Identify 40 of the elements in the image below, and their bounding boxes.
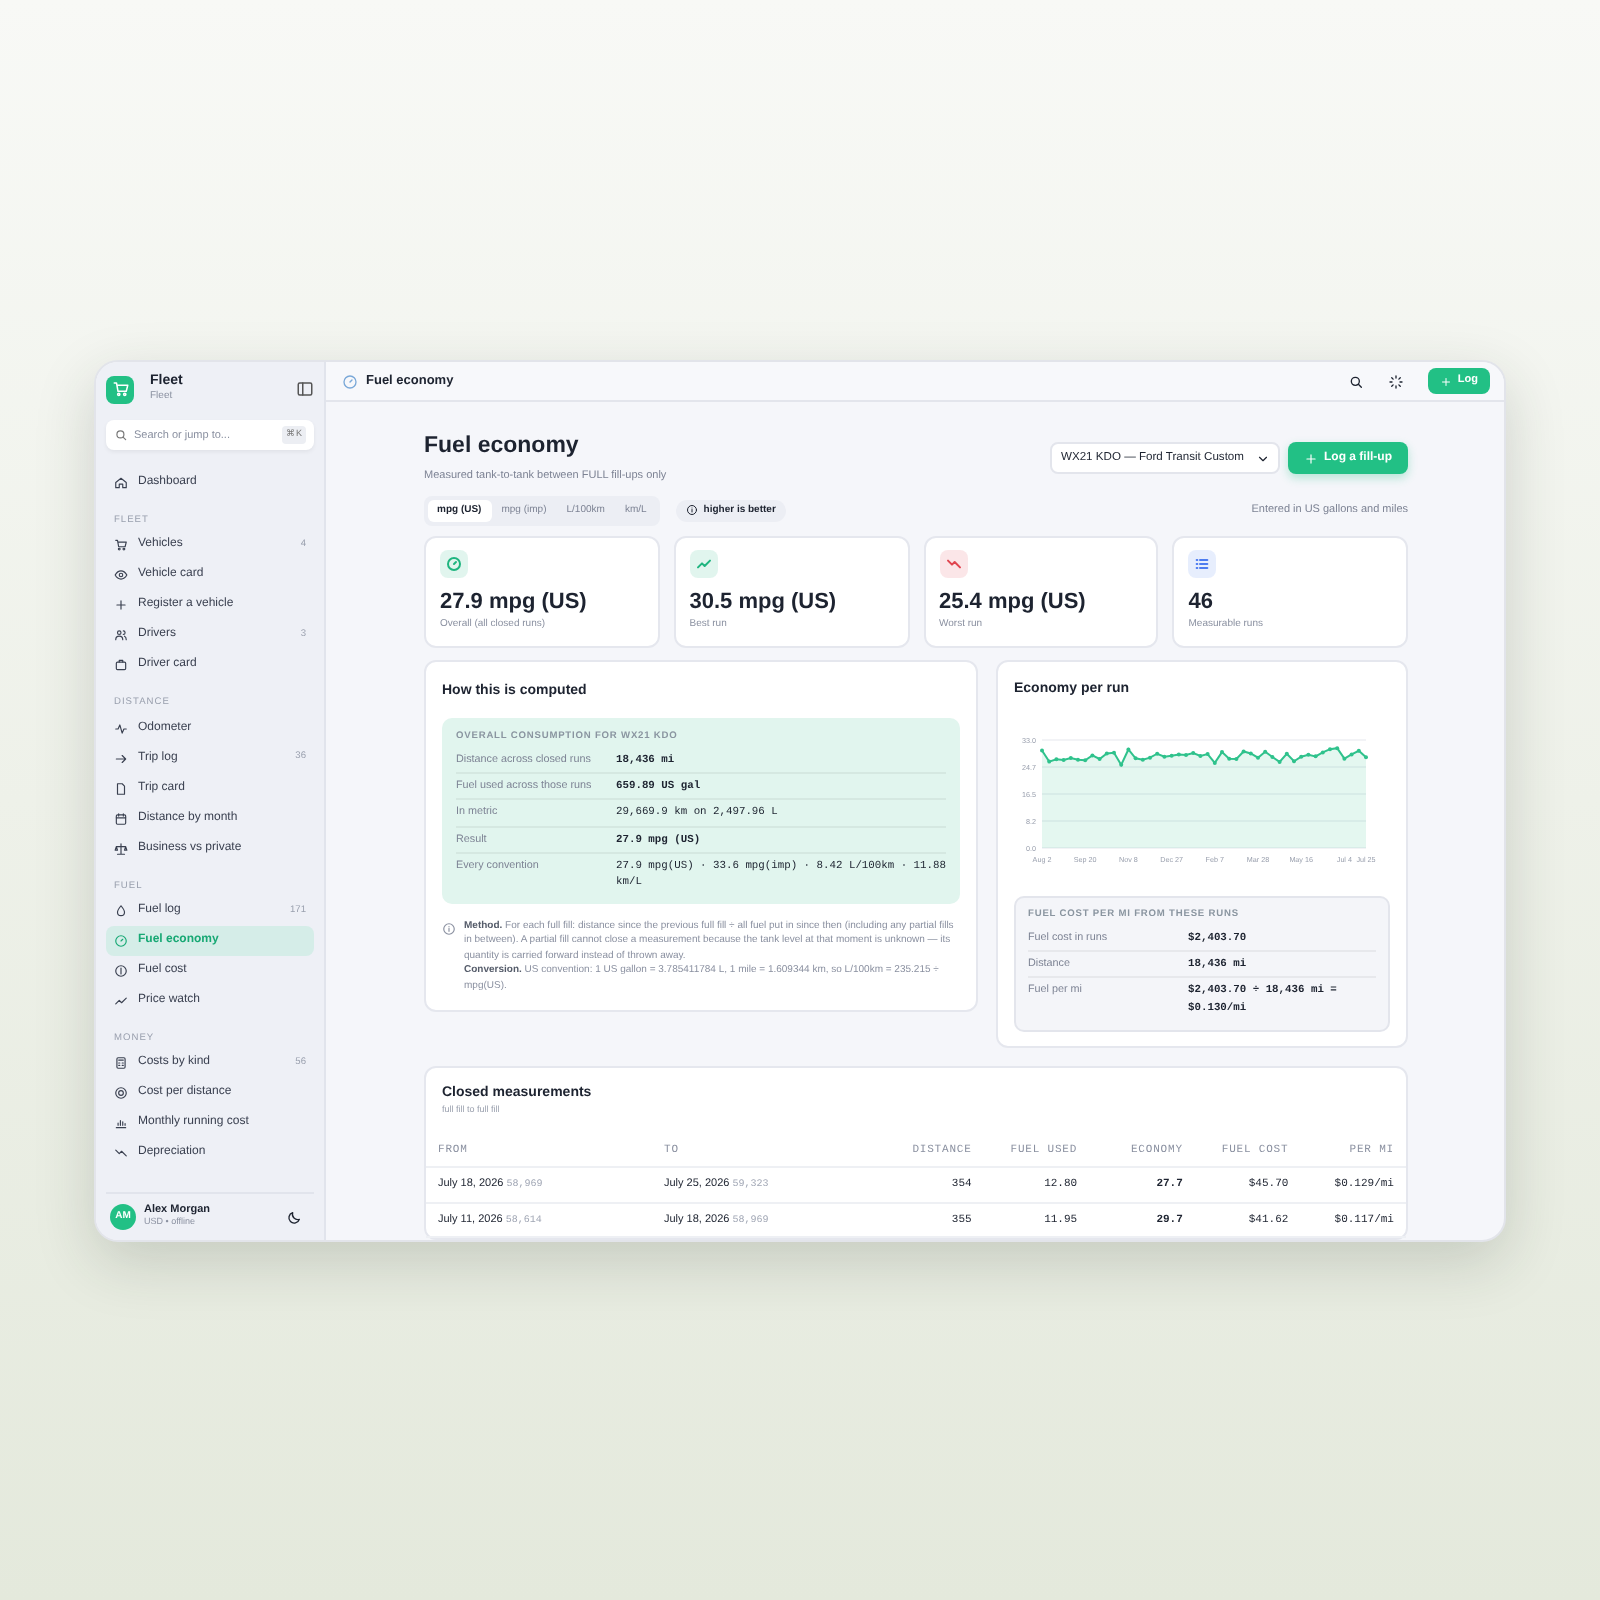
- arrow-icon: [114, 751, 128, 766]
- target-icon: [114, 1085, 128, 1100]
- search-icon[interactable]: [1347, 373, 1364, 389]
- plus-icon: [114, 598, 128, 613]
- app-logo: [106, 375, 134, 404]
- page-heading: Fuel economy: [424, 434, 581, 462]
- plus-icon: [1304, 451, 1318, 465]
- calculator-icon: [114, 1055, 128, 1070]
- people-icon: [114, 628, 128, 643]
- moon-icon[interactable]: [286, 1209, 302, 1225]
- eye-icon: [114, 568, 128, 583]
- trend-down-icon: [114, 1145, 128, 1160]
- bar-chart-icon: [114, 1115, 128, 1130]
- stat-value: 25.4 mpg (US): [939, 589, 1088, 614]
- data-point: [1335, 746, 1340, 751]
- cart-icon: [114, 538, 128, 553]
- document-icon: [114, 781, 128, 796]
- pulse-icon: [114, 721, 128, 736]
- loader-icon[interactable]: [1387, 373, 1404, 389]
- coin-icon: [114, 963, 128, 978]
- info-icon: [442, 921, 456, 936]
- gauge-icon: [342, 373, 358, 389]
- calendar-icon: [114, 811, 128, 826]
- scales-icon: [114, 841, 128, 856]
- house-icon: [114, 476, 128, 491]
- trend-up-icon: [114, 993, 128, 1008]
- stat-value: 30.5 mpg (US): [689, 589, 839, 614]
- info-icon: [685, 504, 698, 517]
- data-point: [1119, 762, 1124, 767]
- data-point: [1126, 747, 1131, 752]
- plus-icon: [1439, 375, 1452, 387]
- data-point: [1284, 751, 1289, 756]
- drop-icon: [114, 903, 128, 918]
- briefcase-icon: [114, 658, 128, 673]
- gauge-icon: [114, 933, 128, 948]
- chevron-down-icon: [1256, 451, 1270, 465]
- stat-value: 46: [1188, 589, 1215, 614]
- stat-value: 27.9 mpg (US): [440, 589, 589, 614]
- sidebar-toggle-icon[interactable]: [296, 380, 314, 399]
- search-icon: [114, 428, 128, 443]
